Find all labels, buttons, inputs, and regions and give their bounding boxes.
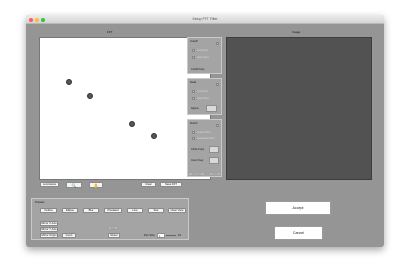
- cutoff-toggle[interactable]: [216, 42, 219, 45]
- notch-title: Notch: [190, 121, 198, 125]
- cutoff-freq-label: Cutoff Freq:: [191, 68, 205, 71]
- inner-freq-label: Inner Freq:: [191, 159, 204, 162]
- linear-pass-label: Linear Pass: [197, 131, 211, 134]
- preset-star-button[interactable]: Star: [148, 208, 164, 213]
- preset-outline-button[interactable]: Outline: [40, 208, 57, 213]
- ideal-low-pass-radio[interactable]: [192, 90, 195, 93]
- ideal-high-pass-label: High Pass: [197, 97, 209, 100]
- fft-point[interactable]: [66, 79, 72, 85]
- accept-button[interactable]: Accept: [265, 201, 331, 215]
- pen-size-field[interactable]: 1: [157, 233, 165, 238]
- cutoff-title: Cutoff: [190, 39, 198, 43]
- zoom-tool-button[interactable]: 🔍: [66, 182, 82, 188]
- mirror-origin-button[interactable]: Mirror Origin: [40, 233, 58, 238]
- high-pass-radio[interactable]: [192, 56, 195, 59]
- notch-toggle[interactable]: [216, 124, 219, 127]
- pen-size-value: 1: [159, 234, 161, 238]
- ideal-toggle[interactable]: [216, 83, 219, 86]
- pen-size-slider[interactable]: [166, 235, 176, 236]
- gaussian-pass-label: Gaussian Pass: [197, 137, 215, 140]
- hand-tool-button[interactable]: ✋: [89, 182, 103, 188]
- notch-panel: Notch Linear Pass Gaussian Pass Circle F…: [187, 119, 222, 177]
- circle-freq-label: Circle Freq:: [191, 148, 205, 151]
- preset-blur-button[interactable]: Blur: [83, 208, 99, 213]
- circle-freq-field[interactable]: [209, 146, 219, 153]
- ideal-title: Ideal: [190, 80, 197, 84]
- preset-pixelated-button[interactable]: Pixelated: [104, 208, 122, 213]
- fft-label: FFT: [107, 30, 113, 34]
- pen-size-label: Pen Size:: [144, 234, 156, 237]
- preset-line-button[interactable]: Line: [127, 208, 143, 213]
- inner-freq-field[interactable]: [209, 157, 219, 164]
- image-label: Image: [292, 30, 301, 34]
- cutoff-panel: Cutoff Low Pass High Pass Cutoff Freq:: [187, 37, 222, 74]
- high-pass-label: High Pass: [197, 56, 209, 59]
- ideal-low-pass-label: Low Pass: [197, 90, 209, 93]
- low-pass-label: Low Pass: [197, 49, 209, 52]
- sigma-label: Sigma:: [191, 107, 200, 110]
- reset-button[interactable]: Reset: [108, 233, 120, 238]
- preset-clear-view-button[interactable]: Clear View: [168, 208, 186, 213]
- low-pass-radio[interactable]: [192, 49, 195, 52]
- image-preview: [226, 37, 372, 180]
- cancel-button[interactable]: Cancel: [274, 226, 323, 240]
- pen-size-max: 10: [178, 234, 181, 237]
- save-fft-button[interactable]: Save FFT: [160, 182, 182, 187]
- undo-button[interactable]: Undo: [209, 172, 221, 176]
- display-mode-select[interactable]: Luminance: [40, 182, 59, 187]
- sep-button[interactable]: Sep: [108, 226, 118, 230]
- mirror-y-button[interactable]: Mirror Y Axis: [40, 227, 58, 232]
- ideal-high-pass-radio[interactable]: [192, 97, 195, 100]
- fft-canvas[interactable]: [39, 37, 211, 180]
- fft-point[interactable]: [87, 93, 93, 99]
- presets-title: Presets: [35, 200, 45, 204]
- window-title: Setup FFT Filter: [192, 17, 218, 21]
- preview-button[interactable]: Preview: [188, 172, 205, 176]
- invert-button[interactable]: Invert: [62, 233, 76, 238]
- title-bar: Setup FFT Filter: [26, 15, 384, 24]
- magnifier-icon: 🔍: [71, 182, 77, 188]
- filter-window: Setup FFT Filter FFT Luminance 🔍 ✋ Clear…: [26, 15, 384, 247]
- fft-point[interactable]: [151, 133, 157, 139]
- fft-point[interactable]: [129, 121, 135, 127]
- clear-button[interactable]: Clear: [141, 182, 156, 187]
- gaussian-pass-radio[interactable]: [192, 137, 195, 140]
- presets-panel: Presets Outline Ellipse Blur Pixelated L…: [31, 198, 189, 240]
- hand-icon: ✋: [93, 182, 99, 188]
- ideal-panel: Ideal Low Pass High Pass Sigma:: [187, 78, 222, 115]
- mirror-x-button[interactable]: Mirror X Axis: [40, 221, 58, 226]
- preset-ellipse-button[interactable]: Ellipse: [62, 208, 78, 213]
- linear-pass-radio[interactable]: [192, 131, 195, 134]
- sigma-field[interactable]: [206, 105, 217, 112]
